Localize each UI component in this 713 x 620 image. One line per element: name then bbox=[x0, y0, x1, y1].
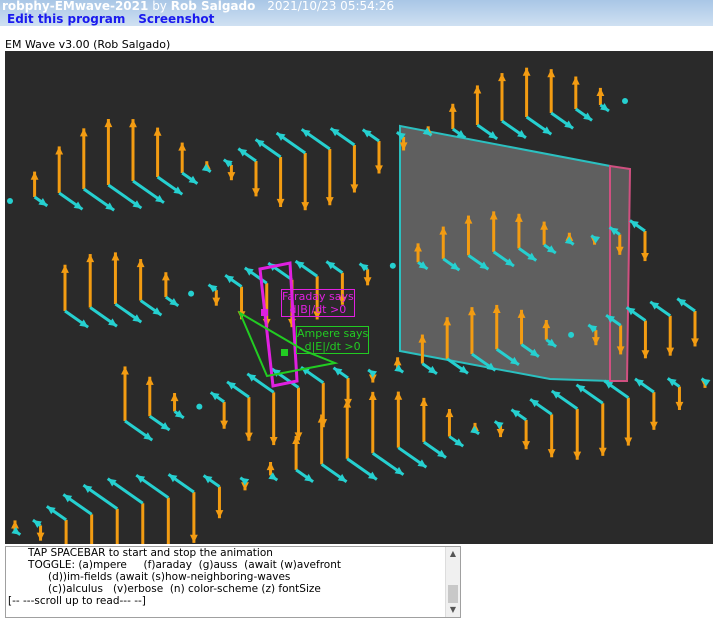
e-field-arrow-head bbox=[11, 520, 19, 529]
e-field-arrow-head bbox=[522, 67, 531, 76]
e-field-arrow-head bbox=[547, 69, 556, 78]
e-field-arrow-head bbox=[691, 338, 699, 347]
field-dot bbox=[568, 331, 575, 338]
e-field-arrow-head bbox=[598, 447, 607, 456]
e-field-arrow-head bbox=[624, 437, 633, 446]
e-field-arrow-head bbox=[571, 76, 580, 85]
e-field-arrow-head bbox=[547, 449, 556, 458]
e-field-arrow-head bbox=[111, 252, 120, 261]
field-dot bbox=[389, 262, 396, 269]
b-field-arrow-head bbox=[494, 421, 504, 430]
faraday-label: Faraday says d|B|/dt >0 bbox=[281, 289, 355, 317]
e-field-arrow-head bbox=[325, 197, 334, 206]
e-field-arrow-head bbox=[473, 85, 482, 94]
ampere-marker bbox=[281, 349, 288, 356]
e-field-arrow-head bbox=[36, 532, 45, 541]
e-field-arrow-head bbox=[350, 184, 359, 193]
e-field-arrow-head bbox=[675, 401, 684, 410]
e-field-arrow-head bbox=[641, 252, 649, 262]
e-field-arrow-head bbox=[649, 421, 658, 430]
field-dot bbox=[196, 403, 203, 410]
e-field-arrow-head bbox=[394, 391, 403, 400]
e-field-arrow-head bbox=[121, 366, 129, 375]
e-field-arrow-head bbox=[227, 172, 236, 181]
e-field-arrow-head bbox=[30, 171, 39, 180]
console-scrollbar[interactable]: ▲ ▼ bbox=[445, 547, 460, 617]
e-field-arrow-head bbox=[153, 127, 162, 136]
scroll-down-icon[interactable]: ▼ bbox=[448, 604, 458, 616]
field-dot bbox=[622, 98, 628, 104]
program-title: EM Wave v3.00 (Rob Salgado) bbox=[5, 38, 171, 51]
e-field-arrow-head bbox=[86, 254, 95, 263]
e-field-arrow-head bbox=[215, 510, 224, 519]
e-field-arrow-head bbox=[145, 376, 154, 385]
e-field-arrow-head bbox=[573, 451, 582, 460]
title-bar: robphy-EMwave-2021 by Rob Salgado 2021/1… bbox=[0, 0, 713, 26]
wavefront-plane bbox=[399, 124, 611, 383]
b-field-arrow-head bbox=[240, 477, 250, 486]
e-field-arrow-head bbox=[301, 202, 310, 211]
e-field-arrow-head bbox=[448, 103, 457, 112]
e-field-arrow-head bbox=[498, 73, 506, 82]
field-dot bbox=[7, 198, 13, 204]
e-field-arrow-head bbox=[104, 119, 113, 128]
field-dot bbox=[188, 290, 195, 297]
e-field-arrow-head bbox=[61, 264, 69, 273]
console-output[interactable]: TAP SPACEBAR to start and stop the anima… bbox=[5, 546, 461, 618]
e-field-arrow-head bbox=[244, 432, 253, 441]
timestamp: 2021/10/23 05:54:26 bbox=[267, 0, 395, 13]
e-field-arrow-head bbox=[266, 461, 275, 471]
e-field-arrow-head bbox=[178, 142, 187, 151]
3d-canvas[interactable]: Faraday says d|B|/dt >0 Ampere says d|E|… bbox=[5, 51, 713, 544]
e-field-arrow-head bbox=[189, 534, 198, 543]
e-field-arrow-head bbox=[666, 347, 675, 356]
e-field-arrow-head bbox=[419, 397, 428, 406]
e-field-arrow-head bbox=[220, 420, 229, 429]
e-field-arrow-head bbox=[445, 409, 454, 418]
e-field-arrow-head bbox=[252, 188, 260, 197]
e-field-arrow-head bbox=[212, 297, 221, 306]
program-links: Edit this program Screenshot bbox=[7, 12, 223, 26]
e-field-arrow-head bbox=[596, 87, 605, 96]
em-wave-scene[interactable] bbox=[5, 51, 713, 544]
e-field-arrow-head bbox=[393, 357, 402, 366]
faraday-marker bbox=[261, 309, 268, 316]
e-field-arrow-head bbox=[522, 441, 531, 450]
e-field-arrow-head bbox=[136, 259, 145, 268]
e-field-arrow-head bbox=[375, 165, 383, 174]
screenshot-link[interactable]: Screenshot bbox=[138, 12, 214, 26]
e-field-arrow-head bbox=[496, 428, 505, 438]
e-field-arrow-head bbox=[79, 128, 88, 137]
b-field-arrow-head bbox=[394, 364, 404, 373]
e-field-arrow-head bbox=[368, 391, 377, 400]
ampere-label: Ampere says d|E|/dt >0 bbox=[296, 326, 370, 354]
e-field-arrow-head bbox=[269, 436, 278, 446]
e-field-arrow-head bbox=[641, 350, 650, 359]
e-field-arrow-head bbox=[161, 272, 170, 281]
e-field-arrow-head bbox=[276, 198, 285, 208]
e-field-arrow-head bbox=[55, 146, 64, 155]
edit-program-link[interactable]: Edit this program bbox=[7, 12, 125, 26]
e-field-arrow-head bbox=[363, 277, 372, 286]
scroll-up-icon[interactable]: ▲ bbox=[448, 548, 458, 560]
console-text: TAP SPACEBAR to start and stop the anima… bbox=[8, 547, 341, 607]
scroll-thumb[interactable] bbox=[448, 585, 458, 603]
e-field-arrow-head bbox=[170, 393, 179, 402]
e-field-arrow-head bbox=[129, 119, 137, 128]
